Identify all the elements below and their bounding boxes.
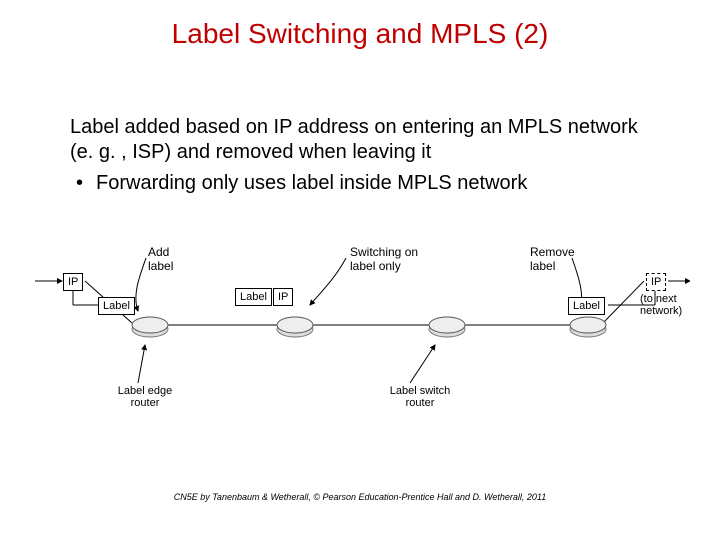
- mpls-diagram: IP Label Label IP Label IP Add label Swi…: [30, 245, 690, 435]
- router-2: [275, 311, 315, 341]
- box-ip-right: IP: [646, 273, 666, 291]
- box-ip-mid: IP: [273, 288, 293, 306]
- body-bullet-1: Forwarding only uses label inside MPLS n…: [70, 171, 660, 196]
- ann-remove-label: Remove label: [530, 245, 590, 273]
- router-1: [130, 311, 170, 341]
- slide-body: Label added based on IP address on enter…: [70, 115, 660, 196]
- ann-add-label: Add label: [148, 245, 188, 273]
- lbl-to-next: (to next network): [640, 293, 695, 317]
- router-3: [427, 311, 467, 341]
- box-label-mid: Label: [235, 288, 272, 306]
- slide-title: Label Switching and MPLS (2): [0, 18, 720, 50]
- box-ip-left: IP: [63, 273, 83, 291]
- box-label-right: Label: [568, 297, 605, 315]
- router-4: [568, 311, 608, 341]
- box-label-left: Label: [98, 297, 135, 315]
- body-line-1: Label added based on IP address on enter…: [70, 115, 660, 165]
- lbl-ler: Label edge router: [110, 385, 180, 409]
- ann-switch-label: Switching on label only: [350, 245, 440, 273]
- lbl-lsr: Label switch router: [380, 385, 460, 409]
- slide-footer: CN5E by Tanenbaum & Wetherall, © Pearson…: [0, 492, 720, 502]
